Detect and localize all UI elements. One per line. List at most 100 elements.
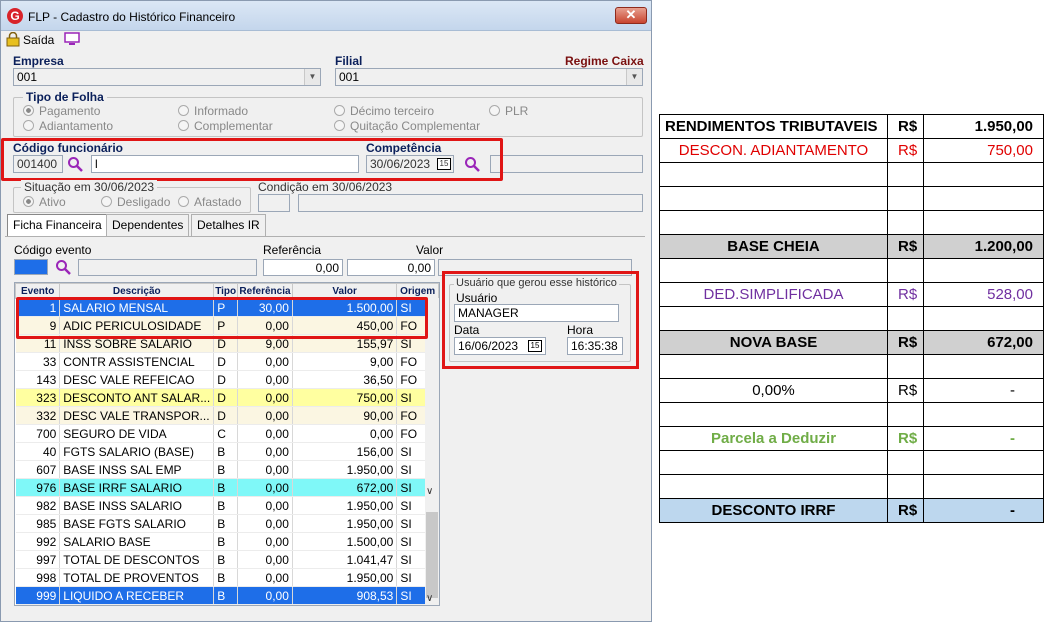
calc-value: 528,00 bbox=[923, 282, 1044, 307]
cell-ref: 0,00 bbox=[237, 370, 293, 389]
cell-evento: 40 bbox=[15, 442, 61, 461]
table-row[interactable]: 997 TOTAL DE DESCONTOS B 0,00 1.041,47 SI bbox=[15, 550, 439, 569]
scrollbar-thumb[interactable] bbox=[426, 512, 438, 598]
cell-valor: 1.950,00 bbox=[292, 514, 398, 533]
evento-description-field bbox=[78, 259, 257, 276]
cell-ref: 0,00 bbox=[237, 352, 293, 371]
cell-valor: 750,00 bbox=[292, 388, 398, 407]
calc-row bbox=[659, 474, 1044, 499]
cell-descricao: DESC VALE REFEICAO bbox=[59, 370, 215, 389]
calc-row bbox=[659, 306, 1044, 331]
cell-ref: 0,00 bbox=[237, 478, 293, 497]
radio-quitacao-complementar[interactable]: Quitação Complementar bbox=[334, 119, 480, 133]
table-row[interactable]: 700 SEGURO DE VIDA C 0,00 0,00 FO bbox=[15, 424, 439, 443]
calc-currency bbox=[887, 474, 924, 499]
calc-currency: R$ bbox=[887, 234, 924, 259]
cell-descricao: DESC VALE TRANSPOR... bbox=[59, 406, 215, 425]
calc-row bbox=[659, 162, 1044, 187]
tipo-folha-label: Tipo de Folha bbox=[23, 90, 107, 104]
cell-descricao: CONTR ASSISTENCIAL bbox=[59, 352, 215, 371]
cell-ref: 0,00 bbox=[237, 388, 293, 407]
table-row[interactable]: 999 LIQUIDO A RECEBER B 0,00 908,53 SI bbox=[15, 586, 439, 605]
radio-desligado[interactable]: Desligado bbox=[101, 195, 170, 209]
calc-currency bbox=[887, 258, 924, 283]
tab-detalhes-ir[interactable]: Detalhes IR bbox=[191, 214, 266, 236]
table-row[interactable]: 143 DESC VALE REFEICAO D 0,00 36,50 FO bbox=[15, 370, 439, 389]
calendar-icon[interactable]: 15 bbox=[528, 340, 542, 352]
calc-value bbox=[923, 306, 1044, 331]
calc-label bbox=[659, 210, 888, 235]
title-bar[interactable]: G FLP - Cadastro do Histórico Financeiro… bbox=[1, 1, 651, 31]
codigo-evento-input[interactable] bbox=[14, 259, 48, 275]
monitor-icon[interactable] bbox=[64, 32, 80, 46]
table-row[interactable]: 985 BASE FGTS SALARIO B 0,00 1.950,00 SI bbox=[15, 514, 439, 533]
calc-row bbox=[659, 186, 1044, 211]
exit-button[interactable]: Saída bbox=[6, 32, 66, 48]
cell-descricao: BASE INSS SAL EMP bbox=[59, 460, 215, 479]
calc-value bbox=[923, 354, 1044, 379]
calc-value: 750,00 bbox=[923, 138, 1044, 163]
valor-input[interactable]: 0,00 bbox=[347, 259, 435, 276]
empresa-label: Empresa bbox=[13, 54, 64, 68]
radio-decimo-terceiro[interactable]: Décimo terceiro bbox=[334, 104, 434, 118]
usuario-label: Usuário bbox=[456, 291, 498, 305]
grid-scrollbar[interactable]: ∨ ∨ bbox=[425, 298, 439, 605]
calc-currency bbox=[887, 450, 924, 475]
calc-label bbox=[659, 306, 888, 331]
window-title: FLP - Cadastro do Histórico Financeiro bbox=[28, 10, 236, 24]
calc-value: 1.950,00 bbox=[923, 114, 1044, 139]
cell-tipo: D bbox=[213, 406, 239, 425]
cell-descricao: SALARIO BASE bbox=[59, 532, 215, 551]
tab-dependentes[interactable]: Dependentes bbox=[106, 214, 190, 236]
table-row[interactable]: 982 BASE INSS SALARIO B 0,00 1.950,00 SI bbox=[15, 496, 439, 515]
calc-label bbox=[659, 186, 888, 211]
radio-adiantamento[interactable]: Adiantamento bbox=[23, 119, 113, 133]
radio-plr[interactable]: PLR bbox=[489, 104, 528, 118]
calc-label bbox=[659, 474, 888, 499]
close-button[interactable]: ✕ bbox=[615, 7, 647, 24]
chevron-down-icon: ▼ bbox=[304, 69, 320, 85]
referencia-input[interactable]: 0,00 bbox=[263, 259, 343, 276]
radio-informado[interactable]: Informado bbox=[178, 104, 248, 118]
cell-descricao: FGTS SALARIO (BASE) bbox=[59, 442, 215, 461]
cell-evento: 323 bbox=[15, 388, 61, 407]
calc-label: RENDIMENTOS TRIBUTAVEIS bbox=[659, 114, 888, 139]
table-row[interactable]: 323 DESCONTO ANT SALAR... D 0,00 750,00 SI bbox=[15, 388, 439, 407]
referencia-label: Referência bbox=[263, 243, 322, 257]
codigo-evento-label: Código evento bbox=[14, 243, 92, 257]
table-row[interactable]: 992 SALARIO BASE B 0,00 1.500,00 SI bbox=[15, 532, 439, 551]
cell-ref: 0,00 bbox=[237, 532, 293, 551]
regime-caixa-label: Regime Caixa bbox=[565, 54, 644, 68]
calc-currency bbox=[887, 354, 924, 379]
radio-pagamento[interactable]: Pagamento bbox=[23, 104, 100, 118]
table-row[interactable]: 332 DESC VALE TRANSPOR... D 0,00 90,00 FO bbox=[15, 406, 439, 425]
table-row[interactable]: 33 CONTR ASSISTENCIAL D 0,00 9,00 FO bbox=[15, 352, 439, 371]
calc-currency: R$ bbox=[887, 114, 924, 139]
table-row[interactable]: 40 FGTS SALARIO (BASE) B 0,00 156,00 SI bbox=[15, 442, 439, 461]
exit-label: Saída bbox=[23, 33, 55, 47]
filial-select[interactable]: 001 ▼ bbox=[335, 68, 643, 86]
calc-currency: R$ bbox=[887, 378, 924, 403]
competencia-description-field bbox=[490, 155, 643, 173]
table-row[interactable]: 607 BASE INSS SAL EMP B 0,00 1.950,00 SI bbox=[15, 460, 439, 479]
hora-field: 16:35:38 bbox=[567, 337, 623, 355]
calc-label bbox=[659, 450, 888, 475]
radio-ativo[interactable]: Ativo bbox=[23, 195, 66, 209]
calc-row: Parcela a Deduzir R$ - bbox=[659, 426, 1044, 451]
table-row[interactable]: 998 TOTAL DE PROVENTOS B 0,00 1.950,00 SI bbox=[15, 568, 439, 587]
chevron-down-icon[interactable]: ∨ bbox=[426, 593, 433, 604]
radio-afastado[interactable]: Afastado bbox=[178, 195, 241, 209]
tab-ficha-financeira[interactable]: Ficha Financeira bbox=[7, 214, 108, 236]
radio-complementar[interactable]: Complementar bbox=[178, 119, 273, 133]
filial-label: Filial bbox=[335, 54, 363, 68]
empresa-select[interactable]: 001 ▼ bbox=[13, 68, 321, 86]
chevron-down-icon[interactable]: ∨ bbox=[426, 486, 433, 497]
usuario-box-title: Usuário que gerou esse histórico bbox=[454, 277, 619, 289]
cell-tipo: D bbox=[213, 352, 239, 371]
calc-label: NOVA BASE bbox=[659, 330, 888, 355]
cell-valor: 0,00 bbox=[292, 424, 398, 443]
calc-label: BASE CHEIA bbox=[659, 234, 888, 259]
search-icon[interactable] bbox=[55, 259, 71, 275]
data-value: 16/06/2023 bbox=[458, 339, 519, 353]
table-row[interactable]: 976 BASE IRRF SALARIO B 0,00 672,00 SI bbox=[15, 478, 439, 497]
